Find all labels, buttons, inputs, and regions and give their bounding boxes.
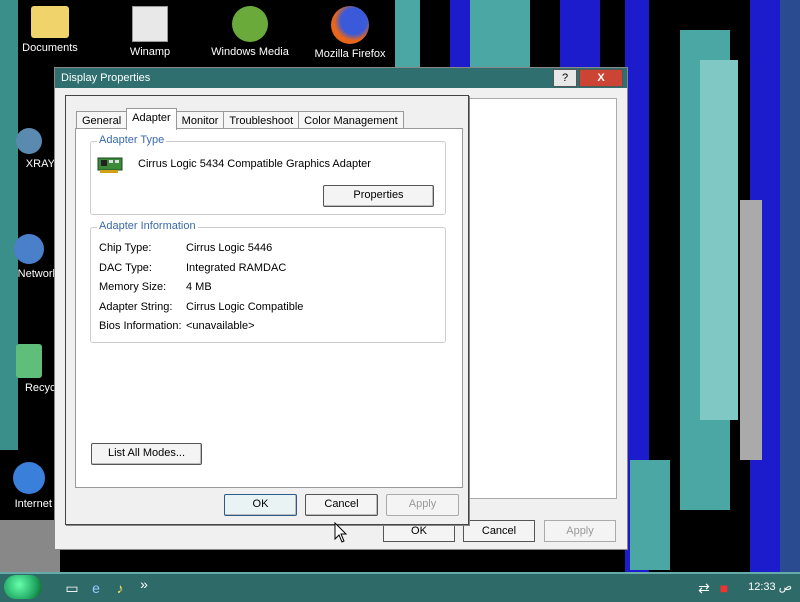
adapter-tab-panel: Adapter Type Cirrus Logic 5434 Compatibl… xyxy=(75,128,463,488)
desktop-icon-network[interactable]: Network xyxy=(0,234,58,280)
memory-size-label: Memory Size: xyxy=(99,281,167,293)
bios-information-value: <unavailable> xyxy=(186,320,255,332)
desktop-icon-firefox[interactable]: Mozilla Firefox xyxy=(310,6,390,60)
adapter-information-title: Adapter Information xyxy=(97,220,198,232)
desktop-icon-internet[interactable]: Internet I xyxy=(0,462,58,510)
media-player-quicklaunch-icon[interactable]: ♪ xyxy=(112,580,128,596)
system-tray: ⇄ ■ 12:33 ص xyxy=(690,574,800,600)
firefox-icon xyxy=(331,6,369,44)
dac-type-label: DAC Type: xyxy=(99,262,152,274)
network-tray-icon[interactable]: ⇄ xyxy=(696,580,712,596)
wallpaper-streak xyxy=(630,460,670,570)
cancel-button[interactable]: Cancel xyxy=(305,494,378,516)
internet-explorer-quicklaunch-icon[interactable]: e xyxy=(88,580,104,596)
quicklaunch-chevron[interactable]: » xyxy=(136,576,152,592)
close-button[interactable]: X xyxy=(579,69,623,87)
tab-adapter[interactable]: Adapter xyxy=(126,108,177,130)
back-cancel-button[interactable]: Cancel xyxy=(463,520,535,542)
adapter-string-value: Cirrus Logic Compatible xyxy=(186,301,304,313)
back-apply-button: Apply xyxy=(544,520,616,542)
title-bar[interactable]: Display Properties ? X xyxy=(55,68,627,88)
winamp-icon xyxy=(132,6,168,42)
adapter-type-group: Adapter Type Cirrus Logic 5434 Compatibl… xyxy=(90,134,446,215)
tab-strip: General Adapter Monitor Troubleshoot Col… xyxy=(76,108,404,130)
apply-button: Apply xyxy=(386,494,459,516)
desktop-icon-recycle[interactable]: Recycl xyxy=(0,344,58,394)
wallpaper-streak xyxy=(470,0,530,70)
folder-icon xyxy=(31,6,69,38)
ok-button[interactable]: OK xyxy=(224,494,297,516)
dac-type-value: Integrated RAMDAC xyxy=(186,262,287,274)
adapter-string-label: Adapter String: xyxy=(99,301,173,313)
xray-icon xyxy=(16,128,42,154)
chip-type-value: Cirrus Logic 5446 xyxy=(186,242,273,254)
desktop-icon-documents[interactable]: Documents xyxy=(10,6,90,54)
bios-information-label: Bios Information: xyxy=(99,320,182,332)
taskbar-clock[interactable]: 12:33 ص xyxy=(748,580,792,593)
help-button[interactable]: ? xyxy=(553,69,577,87)
memory-size-value: 4 MB xyxy=(186,281,212,293)
adapter-type-title: Adapter Type xyxy=(97,134,167,146)
properties-button[interactable]: Properties xyxy=(323,185,434,207)
adapter-name: Cirrus Logic 5434 Compatible Graphics Ad… xyxy=(138,158,371,170)
wallpaper-streak xyxy=(740,200,762,460)
security-shield-tray-icon[interactable]: ■ xyxy=(716,580,732,596)
windows-media-icon xyxy=(232,6,268,42)
properties-button-label: Properties xyxy=(353,189,404,201)
graphics-card-icon xyxy=(97,157,123,173)
start-button[interactable] xyxy=(4,575,42,599)
network-globe-icon xyxy=(14,234,44,264)
wallpaper-streak xyxy=(560,0,600,67)
wallpaper-streak xyxy=(780,0,800,572)
mouse-cursor-icon xyxy=(334,522,348,543)
recycle-bin-icon xyxy=(16,344,42,378)
desktop-icon-windows-media[interactable]: Windows Media xyxy=(210,6,290,58)
wallpaper-streak xyxy=(0,520,60,572)
adapter-properties-dialog: General Adapter Monitor Troubleshoot Col… xyxy=(65,95,469,525)
internet-explorer-icon xyxy=(13,462,45,494)
window-title: Display Properties xyxy=(61,72,151,84)
chip-type-label: Chip Type: xyxy=(99,242,152,254)
show-desktop-icon[interactable]: ▭ xyxy=(64,580,80,596)
desktop-icon-winamp[interactable]: Winamp xyxy=(110,6,190,58)
wallpaper-streak xyxy=(700,60,738,420)
taskbar: ▭ e ♪ » ⇄ ■ 12:33 ص xyxy=(0,572,800,602)
list-all-modes-button[interactable]: List All Modes... xyxy=(91,443,202,465)
desktop-icon-xrayi[interactable]: XRAYI xyxy=(0,128,58,170)
adapter-information-group: Adapter Information Chip Type: Cirrus Lo… xyxy=(90,220,446,343)
